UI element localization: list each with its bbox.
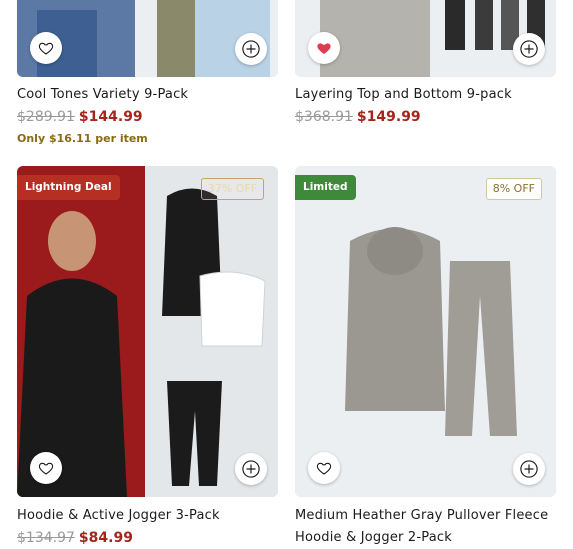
original-price: $289.91 <box>17 109 75 125</box>
wishlist-button[interactable] <box>308 452 340 484</box>
sale-price: $144.99 <box>78 109 143 125</box>
add-to-cart-button[interactable] <box>235 33 267 65</box>
product-title[interactable]: Medium Heather Gray Pullover Fleece Hood… <box>295 505 548 549</box>
price: $289.91 $144.99 <box>17 109 143 125</box>
product-image[interactable] <box>17 0 278 77</box>
original-price: $368.91 <box>295 109 353 125</box>
lightning-deal-badge: Lightning Deal <box>17 175 120 200</box>
product-title[interactable]: Layering Top and Bottom 9-pack <box>295 84 512 106</box>
product-image-art <box>17 166 278 497</box>
per-item-price: Only $16.11 per item <box>17 132 148 145</box>
plus-icon <box>242 40 260 58</box>
discount-badge: 8% OFF <box>485 178 542 200</box>
sale-price: $149.99 <box>356 109 421 125</box>
wishlist-button[interactable] <box>30 452 62 484</box>
add-to-cart-button[interactable] <box>235 453 267 485</box>
product-image-art <box>295 166 556 497</box>
sale-price: $84.99 <box>78 530 133 546</box>
price: $368.91 $149.99 <box>295 109 421 125</box>
heart-icon <box>38 462 54 475</box>
price: $134.97 $84.99 <box>17 530 133 546</box>
limited-badge: Limited <box>295 175 356 200</box>
product-title-line: Medium Heather Gray Pullover Fleece <box>295 508 549 523</box>
original-price: $134.97 <box>17 530 75 546</box>
product-image[interactable] <box>295 0 556 77</box>
wishlist-button-active[interactable] <box>308 32 340 64</box>
wishlist-button[interactable] <box>30 32 62 64</box>
product-title[interactable]: Hoodie & Active Jogger 3-Pack <box>17 505 220 527</box>
plus-icon <box>520 460 538 478</box>
plus-icon <box>242 460 260 478</box>
add-to-cart-button[interactable] <box>513 453 545 485</box>
discount-badge: 37% OFF <box>200 178 264 200</box>
heart-filled-icon <box>317 43 331 54</box>
product-image[interactable]: Lightning Deal 37% OFF <box>17 166 278 497</box>
add-to-cart-button[interactable] <box>513 33 545 65</box>
product-image[interactable]: Limited 8% OFF <box>295 166 556 497</box>
heart-icon <box>38 42 54 55</box>
product-title[interactable]: Cool Tones Variety 9-Pack <box>17 84 188 106</box>
product-title-line: Hoodie & Jogger 2-Pack <box>295 530 452 545</box>
heart-icon <box>316 462 332 475</box>
plus-icon <box>520 40 538 58</box>
